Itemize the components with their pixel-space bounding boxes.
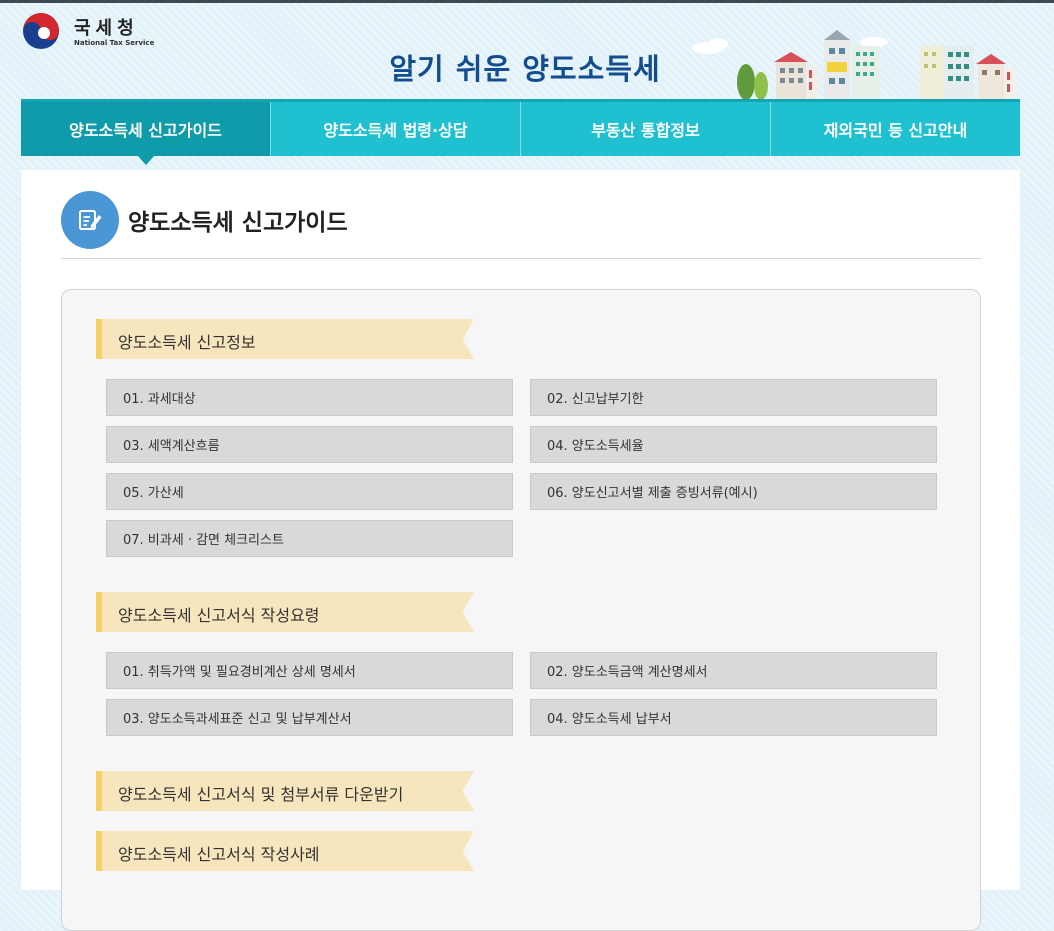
list-item-tax-base-return[interactable]: 03. 양도소득과세표준 신고 및 납부계산서 — [106, 699, 513, 736]
list-item-filing-deadline[interactable]: 02. 신고납부기한 — [530, 379, 937, 416]
section-banner-filing-info[interactable]: 양도소득세 신고정보 — [96, 319, 474, 359]
logo-text-ko: 국세청 — [74, 18, 139, 39]
page-title: 양도소득세 신고가이드 — [128, 210, 348, 236]
logo-text-en: National Tax Service — [74, 39, 155, 47]
list-item-taxable-objects[interactable]: 01. 과세대상 — [106, 379, 513, 416]
section-banner-form-instructions[interactable]: 양도소득세 신고서식 작성요령 — [96, 592, 474, 632]
section-title: 양도소득세 신고서식 작성요령 — [118, 606, 320, 625]
section-title: 양도소득세 신고정보 — [118, 333, 256, 352]
taegeuk-logo-icon — [23, 13, 59, 49]
section-banner-form-downloads[interactable]: 양도소득세 신고서식 및 첨부서류 다운받기 — [96, 771, 474, 811]
list-item-exemption-checklist[interactable]: 07. 비과세 · 감면 체크리스트 — [106, 520, 513, 557]
list-item-income-calculation-statement[interactable]: 02. 양도소득금액 계산명세서 — [530, 652, 937, 689]
guide-panel: 양도소득세 신고정보 01. 과세대상 02. 신고납부기한 03. 세액계산흐… — [61, 289, 981, 931]
section-title: 양도소득세 신고서식 작성사례 — [118, 845, 320, 864]
nav-tab-real-estate-info[interactable]: 부동산 통합정보 — [520, 102, 770, 156]
page-header: 양도소득세 신고가이드 — [61, 190, 981, 259]
site-title: 알기 쉬운 양도소득세 — [389, 52, 661, 86]
list-item-supporting-documents[interactable]: 06. 양도신고서별 제출 증빙서류(예시) — [530, 473, 937, 510]
list-item-tax-calculation-flow[interactable]: 03. 세액계산흐름 — [106, 426, 513, 463]
list-item-payment-slip[interactable]: 04. 양도소득세 납부서 — [530, 699, 937, 736]
top-strip — [0, 0, 1054, 3]
nav-tab-overseas-nationals[interactable]: 재외국민 등 신고안내 — [770, 102, 1020, 156]
section-title: 양도소득세 신고서식 및 첨부서류 다운받기 — [118, 785, 404, 804]
list-item-tax-rates[interactable]: 04. 양도소득세율 — [530, 426, 937, 463]
section-banner-form-examples[interactable]: 양도소득세 신고서식 작성사례 — [96, 831, 474, 871]
nav-tab-laws-consulting[interactable]: 양도소득세 법령·상담 — [270, 102, 520, 156]
nts-logo[interactable]: 국세청 National Tax Service — [22, 12, 155, 52]
edit-document-icon — [61, 191, 119, 249]
main-content: 양도소득세 신고가이드 양도소득세 신고정보 01. 과세대상 02. 신고납부… — [21, 170, 1020, 931]
nav-tab-filing-guide[interactable]: 양도소득세 신고가이드 — [21, 102, 270, 165]
list-item-penalty-tax[interactable]: 05. 가산세 — [106, 473, 513, 510]
city-skyline-illustration — [692, 30, 1016, 100]
list-item-acquisition-cost-statement[interactable]: 01. 취득가액 및 필요경비계산 상세 명세서 — [106, 652, 513, 689]
main-nav: 양도소득세 신고가이드 양도소득세 법령·상담 부동산 통합정보 재외국민 등 … — [21, 99, 1020, 165]
